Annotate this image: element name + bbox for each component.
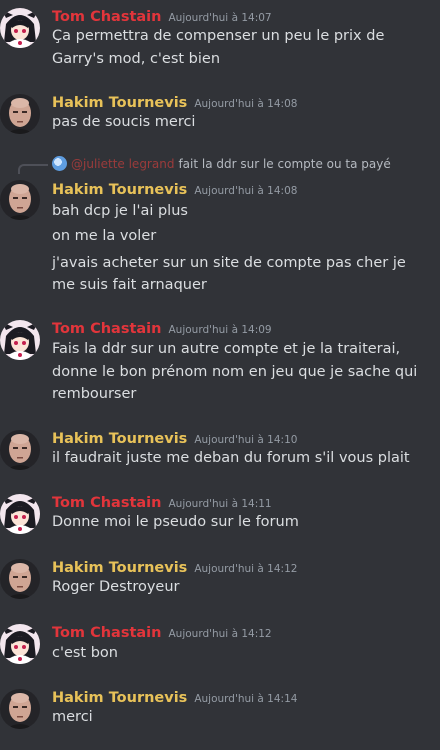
message-text: donne le bon prénom nom en jeu que je sa… (52, 364, 418, 380)
timestamp: Aujourd'hui à 14:12 (194, 563, 298, 575)
user-avatar[interactable] (0, 494, 40, 534)
author-name[interactable]: Tom Chastain (52, 9, 161, 25)
message-text: j'avais acheter sur un site de compte pa… (52, 255, 406, 271)
message-header: Tom Chastain Aujourd'hui à 14:12 (52, 622, 272, 641)
reply-text[interactable]: fait la ddr sur le compte ou ta payé (178, 157, 390, 171)
bald-man-avatar-icon (0, 559, 40, 599)
user-avatar[interactable] (0, 624, 40, 664)
message-text: Ça permettra de compenser un peu le prix… (52, 28, 385, 44)
author-name[interactable]: Hakim Tournevis (52, 431, 187, 447)
user-avatar[interactable] (0, 689, 40, 729)
timestamp: Aujourd'hui à 14:09 (168, 324, 272, 336)
message-header: Hakim Tournevis Aujourd'hui à 14:08 (52, 179, 297, 198)
bald-man-avatar-icon (0, 94, 40, 134)
author-name[interactable]: Hakim Tournevis (52, 95, 187, 111)
message-text: il faudrait juste me deban du forum s'il… (52, 450, 410, 466)
author-name[interactable]: Tom Chastain (52, 495, 161, 511)
message-text: Donne moi le pseudo sur le forum (52, 514, 299, 530)
author-name[interactable]: Hakim Tournevis (52, 690, 187, 706)
timestamp: Aujourd'hui à 14:11 (168, 498, 272, 510)
message-header: Hakim Tournevis Aujourd'hui à 14:08 (52, 92, 297, 111)
anime-girl-avatar-icon (0, 320, 40, 360)
anime-girl-avatar-icon (0, 494, 40, 534)
author-name[interactable]: Hakim Tournevis (52, 560, 187, 576)
message-text: me suis fait arnaquer (52, 277, 207, 293)
user-avatar[interactable] (0, 320, 40, 360)
message-text: c'est bon (52, 645, 118, 661)
user-avatar[interactable] (0, 8, 40, 48)
message-header: Hakim Tournevis Aujourd'hui à 14:12 (52, 557, 297, 576)
message-text: on me la voler (52, 228, 157, 244)
author-name[interactable]: Tom Chastain (52, 625, 161, 641)
message-text: Roger Destroyeur (52, 579, 180, 595)
message-text: bah dcp je l'ai plus (52, 203, 188, 219)
bald-man-avatar-icon (0, 430, 40, 470)
timestamp: Aujourd'hui à 14:10 (194, 434, 298, 446)
bald-man-avatar-icon (0, 689, 40, 729)
timestamp: Aujourd'hui à 14:08 (194, 98, 298, 110)
timestamp: Aujourd'hui à 14:08 (194, 185, 298, 197)
message-text: rembourser (52, 386, 137, 402)
user-avatar[interactable] (0, 559, 40, 599)
reply-author[interactable]: @juliette legrand (71, 157, 174, 171)
reply-connector (18, 164, 48, 174)
author-name[interactable]: Tom Chastain (52, 321, 161, 337)
timestamp: Aujourd'hui à 14:14 (194, 693, 298, 705)
message-text: Fais la ddr sur un autre compte et je la… (52, 341, 401, 357)
message-text: merci (52, 709, 93, 725)
user-avatar[interactable] (0, 430, 40, 470)
user-avatar[interactable] (0, 180, 40, 220)
timestamp: Aujourd'hui à 14:12 (168, 628, 272, 640)
bald-man-avatar-icon (0, 180, 40, 220)
message-header: Hakim Tournevis Aujourd'hui à 14:14 (52, 687, 297, 706)
chat-log: Tom Chastain Aujourd'hui à 14:07 Ça perme… (0, 0, 440, 750)
message-header: Tom Chastain Aujourd'hui à 14:09 (52, 318, 272, 337)
user-avatar[interactable] (0, 94, 40, 134)
message-text: Garry's mod, c'est bien (52, 51, 221, 67)
reply-reference[interactable]: @juliette legrand fait la ddr sur le com… (52, 156, 391, 171)
message-text: pas de soucis merci (52, 114, 196, 130)
timestamp: Aujourd'hui à 14:07 (168, 12, 272, 24)
anime-girl-avatar-icon (0, 624, 40, 664)
message-header: Tom Chastain Aujourd'hui à 14:11 (52, 492, 272, 511)
anime-girl-avatar-icon (0, 8, 40, 48)
message-header: Hakim Tournevis Aujourd'hui à 14:10 (52, 428, 297, 447)
globe-avatar-icon (52, 156, 67, 171)
author-name[interactable]: Hakim Tournevis (52, 182, 187, 198)
message-header: Tom Chastain Aujourd'hui à 14:07 (52, 6, 272, 25)
